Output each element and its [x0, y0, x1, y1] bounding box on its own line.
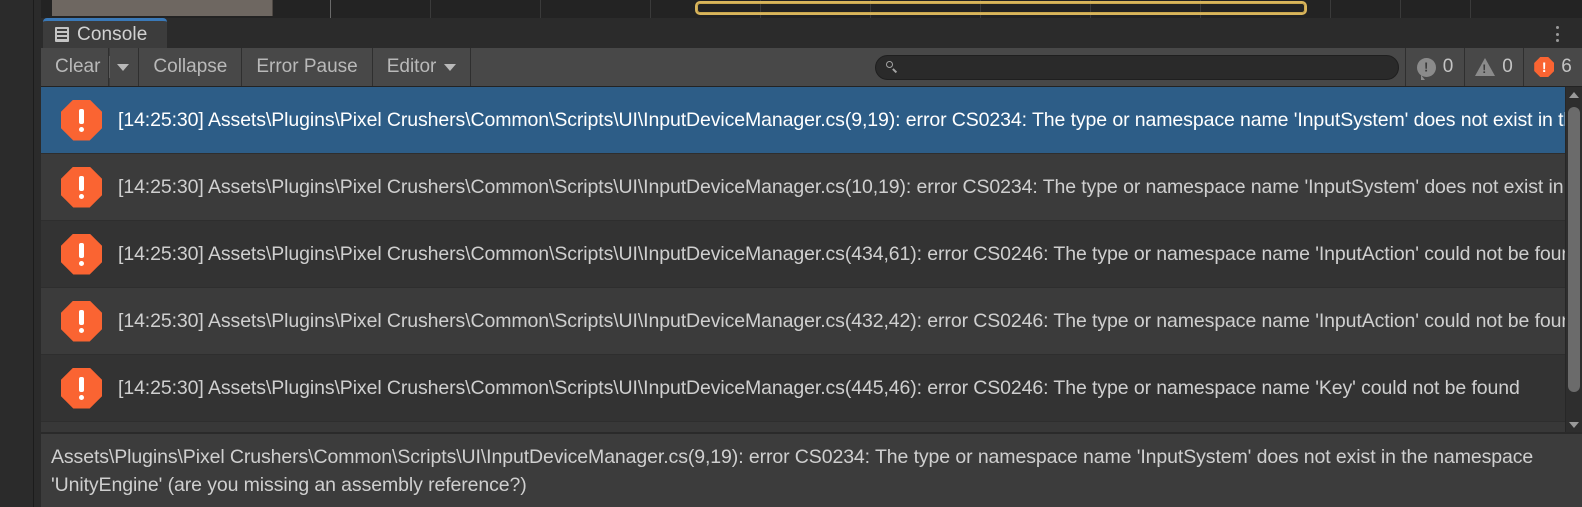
log-row[interactable]: [14:25:30] Assets\Plugins\Pixel Crushers…	[41, 221, 1582, 288]
tab-console-label: Console	[77, 23, 148, 45]
search-input[interactable]	[905, 57, 1388, 77]
log-row-message: [14:25:30] Assets\Plugins\Pixel Crushers…	[118, 175, 1582, 198]
log-row[interactable]: [14:25:30] Assets\Plugins\Pixel Crushers…	[41, 355, 1582, 422]
clear-dropdown-button[interactable]	[110, 48, 140, 86]
top-strip-gutter-edge	[33, 0, 34, 18]
error-pause-button[interactable]: Error Pause	[242, 48, 373, 86]
detail-pane-text: Assets\Plugins\Pixel Crushers\Common\Scr…	[51, 446, 1539, 496]
scroll-up-arrow-icon[interactable]	[1566, 87, 1582, 103]
search-field[interactable]	[875, 54, 1399, 80]
log-row-message: [14:25:30] Assets\Plugins\Pixel Crushers…	[118, 108, 1582, 131]
console-log-list[interactable]: [14:25:30] Assets\Plugins\Pixel Crushers…	[41, 87, 1582, 433]
top-strip-tick	[430, 0, 431, 18]
top-strip-tick	[650, 0, 651, 18]
left-rail	[0, 18, 41, 507]
log-row[interactable]: [14:25:30] Assets\Plugins\Pixel Crushers…	[41, 154, 1582, 221]
top-strip-block	[52, 0, 125, 16]
scrollbar-thumb[interactable]	[1568, 107, 1580, 392]
top-strip-tick	[1470, 0, 1471, 18]
info-count-value: 0	[1442, 56, 1454, 77]
info-bubble-icon: !	[1416, 57, 1436, 80]
clear-button-label: Clear	[55, 56, 101, 77]
log-row[interactable]: [14:25:30] Assets\Plugins\Pixel Crushers…	[41, 87, 1582, 154]
top-strip-selection-inner	[697, 3, 1305, 13]
top-strip-tick	[1400, 0, 1401, 18]
collapse-button[interactable]: Collapse	[139, 48, 243, 86]
error-pause-button-label: Error Pause	[256, 56, 358, 77]
error-octagon-icon	[61, 99, 102, 141]
error-octagon-icon	[61, 367, 102, 409]
toolbar-spacer	[471, 48, 1405, 86]
console-tab-bar: Console	[41, 18, 1582, 48]
search-icon	[886, 61, 898, 73]
log-row-message: [14:25:30] Assets\Plugins\Pixel Crushers…	[118, 309, 1582, 332]
left-rail-edge	[33, 18, 34, 507]
error-count-value: 6	[1561, 56, 1572, 77]
collapse-button-label: Collapse	[153, 56, 228, 77]
editor-dropdown-label: Editor	[386, 56, 437, 77]
warning-count-toggle[interactable]: ! 0	[1464, 48, 1523, 86]
detail-pane[interactable]: Assets\Plugins\Pixel Crushers\Common\Scr…	[41, 433, 1582, 507]
console-icon	[55, 27, 69, 42]
tab-console[interactable]: Console	[43, 18, 168, 48]
log-list-scrollbar[interactable]	[1565, 87, 1582, 433]
log-row[interactable]: [14:25:30] Assets\Plugins\Pixel Crushers…	[41, 288, 1582, 355]
console-toolbar: Clear Collapse Error Pause Editor ! 0 !	[41, 48, 1582, 87]
console-window: Console Clear Collapse Error Pause Edito…	[0, 18, 1582, 507]
kebab-menu-icon[interactable]	[1550, 26, 1564, 42]
error-count-toggle[interactable]: ! 6	[1523, 48, 1582, 86]
clear-button[interactable]: Clear	[41, 48, 110, 86]
warning-triangle-icon: !	[1475, 58, 1496, 76]
editor-dropdown-button[interactable]: Editor	[372, 48, 472, 86]
error-octagon-icon: !	[1534, 57, 1555, 77]
top-timeline-strip	[0, 0, 1582, 18]
top-strip-block	[200, 0, 273, 16]
top-strip-tick	[330, 0, 331, 18]
chevron-down-icon	[117, 63, 130, 71]
top-strip-gutter	[0, 0, 41, 18]
info-count-toggle[interactable]: ! 0	[1405, 48, 1464, 86]
log-row-message: [14:25:30] Assets\Plugins\Pixel Crushers…	[118, 376, 1520, 399]
chevron-down-icon	[444, 63, 457, 71]
top-strip-tick	[1330, 0, 1331, 18]
warning-count-value: 0	[1502, 56, 1513, 77]
top-strip-tick	[540, 0, 541, 18]
log-row-message: [14:25:30] Assets\Plugins\Pixel Crushers…	[118, 242, 1582, 265]
scroll-down-arrow-icon[interactable]	[1566, 417, 1582, 433]
error-octagon-icon	[61, 300, 102, 342]
error-octagon-icon	[61, 166, 102, 208]
error-octagon-icon	[61, 233, 102, 275]
top-strip-block	[124, 0, 201, 16]
